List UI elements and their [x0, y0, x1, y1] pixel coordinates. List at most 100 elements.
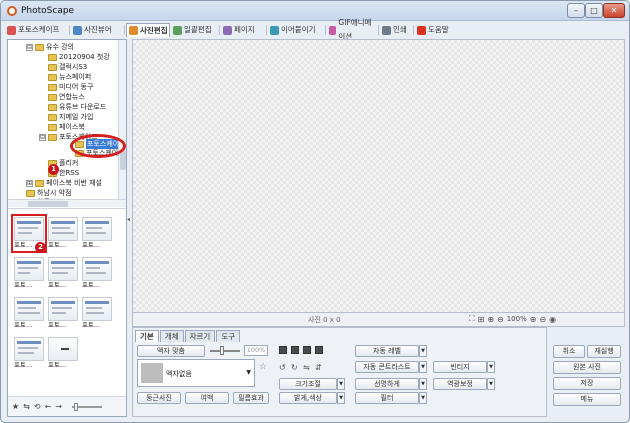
tree-item[interactable]: 유튜브 다운로드	[48, 102, 106, 112]
auto-contrast-dropdown[interactable]: ▼	[419, 361, 427, 373]
step-badge-2: 2	[35, 242, 46, 253]
brightness-dropdown[interactable]: ▼	[337, 392, 345, 404]
resize-button[interactable]: 크기조절	[279, 378, 337, 390]
tab-help[interactable]: 도움말	[415, 23, 455, 37]
editor-icon	[129, 26, 138, 35]
tree-item[interactable]: 미디어 동구	[48, 82, 93, 92]
forward-icon[interactable]: →	[55, 402, 62, 411]
thumbnail-item[interactable]: 포토...	[48, 257, 78, 290]
fit-icon[interactable]: ⛶	[469, 314, 475, 324]
collapse-icon[interactable]: ⊟	[39, 133, 46, 141]
save-button[interactable]: 저장	[553, 377, 621, 390]
info-icon[interactable]: ◉	[549, 315, 556, 324]
collapse-icon[interactable]: ⊟	[26, 43, 33, 51]
frame-size-slider[interactable]	[210, 346, 240, 355]
back-icon[interactable]: ←	[45, 402, 52, 411]
frame-fit-button[interactable]: 액자 맞춤	[137, 345, 205, 357]
actual-size-icon[interactable]: ⊞	[478, 315, 485, 324]
tab-photoscape[interactable]: 포토스케이프	[5, 23, 69, 37]
thumbnail-item[interactable]: 포토...	[14, 337, 44, 370]
resize-dropdown[interactable]: ▼	[337, 378, 345, 390]
photo-canvas[interactable]	[132, 39, 625, 313]
rotate-right-icon[interactable]: ↻	[291, 363, 298, 372]
brightness-color-button[interactable]: 밝게,색상	[279, 392, 337, 404]
tab-page[interactable]: 페이지	[221, 23, 265, 37]
round-corner-icon[interactable]	[291, 346, 299, 354]
star-icon[interactable]: ★	[12, 402, 19, 411]
tab-editor[interactable]: 사진편집	[126, 23, 170, 37]
zoom-in-small-icon[interactable]: ⊕	[487, 315, 494, 324]
tree-horizontal-scrollbar[interactable]	[8, 199, 126, 207]
frame-select[interactable]: 액자없음 ▼	[137, 359, 255, 387]
zoom-out-small-icon[interactable]: ⊖	[497, 315, 504, 324]
tree-item[interactable]: 지메일 가입	[48, 112, 93, 122]
frame-percent[interactable]: 100%	[244, 345, 268, 356]
sharpen-button[interactable]: 선명하게	[355, 378, 419, 390]
tab-crop[interactable]: 자르기	[184, 330, 216, 342]
highlight-annotation	[70, 134, 126, 158]
tab-basic[interactable]: 기본	[135, 330, 159, 342]
tab-gif[interactable]: GIF애니메이션	[327, 18, 377, 41]
close-button[interactable]: ✕	[603, 3, 625, 18]
tab-object[interactable]: 개체	[159, 330, 184, 342]
tree-item[interactable]: ⊞ 페이스북 비번 재설	[26, 178, 102, 188]
tree-item[interactable]: ⊟ 유수 강의	[26, 42, 74, 52]
thumbnail-item[interactable]: 포토...	[48, 337, 78, 370]
round-corner-large-icon[interactable]	[303, 346, 311, 354]
vintage-button[interactable]: 빈티지	[433, 361, 487, 373]
thumbnail-item[interactable]: 포토...	[48, 217, 78, 250]
tab-print[interactable]: 인쇄	[380, 23, 412, 37]
round-photo-button[interactable]: 둥근사진	[137, 392, 181, 404]
vintage-dropdown[interactable]: ▼	[487, 361, 495, 373]
edit-panel: 기본 개체 자르기 도구 액자 맞춤 100% 액자없음 ▼ ☆ 둥근사진 여백…	[132, 327, 547, 417]
minimize-button[interactable]: –	[567, 3, 585, 18]
favorite-star-icon[interactable]: ☆	[259, 362, 267, 372]
backlight-button[interactable]: 역광보정	[433, 378, 487, 390]
zoom-in-icon[interactable]: ⊕	[530, 315, 537, 324]
scroll-thumb[interactable]	[120, 150, 126, 170]
film-effect-button[interactable]: 필름효과	[233, 392, 269, 404]
expand-icon[interactable]: ⊞	[26, 179, 33, 187]
backlight-dropdown[interactable]: ▼	[487, 378, 495, 390]
flip-vertical-icon[interactable]: ⇵	[315, 363, 322, 372]
redo-button[interactable]: 재실행	[587, 345, 621, 358]
rotate-left-icon[interactable]: ↺	[279, 363, 286, 372]
thumbnail-item[interactable]: 포토...	[48, 297, 78, 330]
rotate-icon[interactable]: ⟲	[34, 402, 41, 411]
auto-contrast-button[interactable]: 자동 콘트라스트	[355, 361, 419, 373]
swap-icon[interactable]: ⇆	[23, 402, 30, 411]
sharpen-dropdown[interactable]: ▼	[419, 378, 427, 390]
tree-vertical-scrollbar[interactable]	[118, 40, 126, 199]
thumbnail-size-slider[interactable]	[71, 402, 102, 411]
maximize-button[interactable]: □	[585, 3, 603, 18]
square-corner-icon[interactable]	[279, 346, 287, 354]
tab-combine[interactable]: 이어붙이기	[268, 23, 324, 37]
thumbnail-item[interactable]: 포토...	[82, 297, 112, 330]
auto-level-button[interactable]: 자동 레벨	[355, 345, 419, 357]
thumbnail-grid: 포토... 포토... 포토... 포토... 포토... 포토... 포토..…	[8, 208, 126, 396]
filter-dropdown[interactable]: ▼	[419, 392, 427, 404]
flip-icon[interactable]: ⇋	[303, 363, 310, 372]
undo-button[interactable]: 취소	[553, 345, 585, 358]
tree-item[interactable]: 뉴스페이퍼	[48, 72, 91, 82]
tree-item[interactable]: 20120904 첫강	[48, 52, 110, 62]
tree-item[interactable]: 페이스북	[48, 122, 85, 132]
thumbnail-item[interactable]: 포토...	[82, 217, 112, 250]
original-photo-button[interactable]: 원본 사진	[553, 361, 621, 374]
thumbnail-item[interactable]: 포토...	[14, 257, 44, 290]
thumbnail-item[interactable]: 포토...	[82, 257, 112, 290]
folder-tree[interactable]: ⊟ 유수 강의 20120904 첫강 갤럭시S3 뉴스페이퍼 미디어 동구 연합…	[8, 40, 126, 199]
margin-button[interactable]: 여백	[185, 392, 229, 404]
auto-level-dropdown[interactable]: ▼	[419, 345, 427, 357]
thumbnail-item[interactable]: 포토...	[14, 297, 44, 330]
zoom-out-icon[interactable]: ⊖	[539, 315, 546, 324]
tab-batch[interactable]: 일괄편집	[171, 23, 219, 37]
filter-button[interactable]: 필터	[355, 392, 419, 404]
tab-tools[interactable]: 도구	[216, 330, 241, 342]
tab-viewer[interactable]: 사진뷰어	[71, 23, 123, 37]
scroll-thumb[interactable]	[28, 201, 68, 207]
rounder-corner-icon[interactable]	[315, 346, 323, 354]
tree-item[interactable]: 갤럭시S3	[48, 62, 87, 72]
menu-button[interactable]: 메뉴	[553, 393, 621, 406]
tree-item[interactable]: 연합뉴스	[48, 92, 85, 102]
